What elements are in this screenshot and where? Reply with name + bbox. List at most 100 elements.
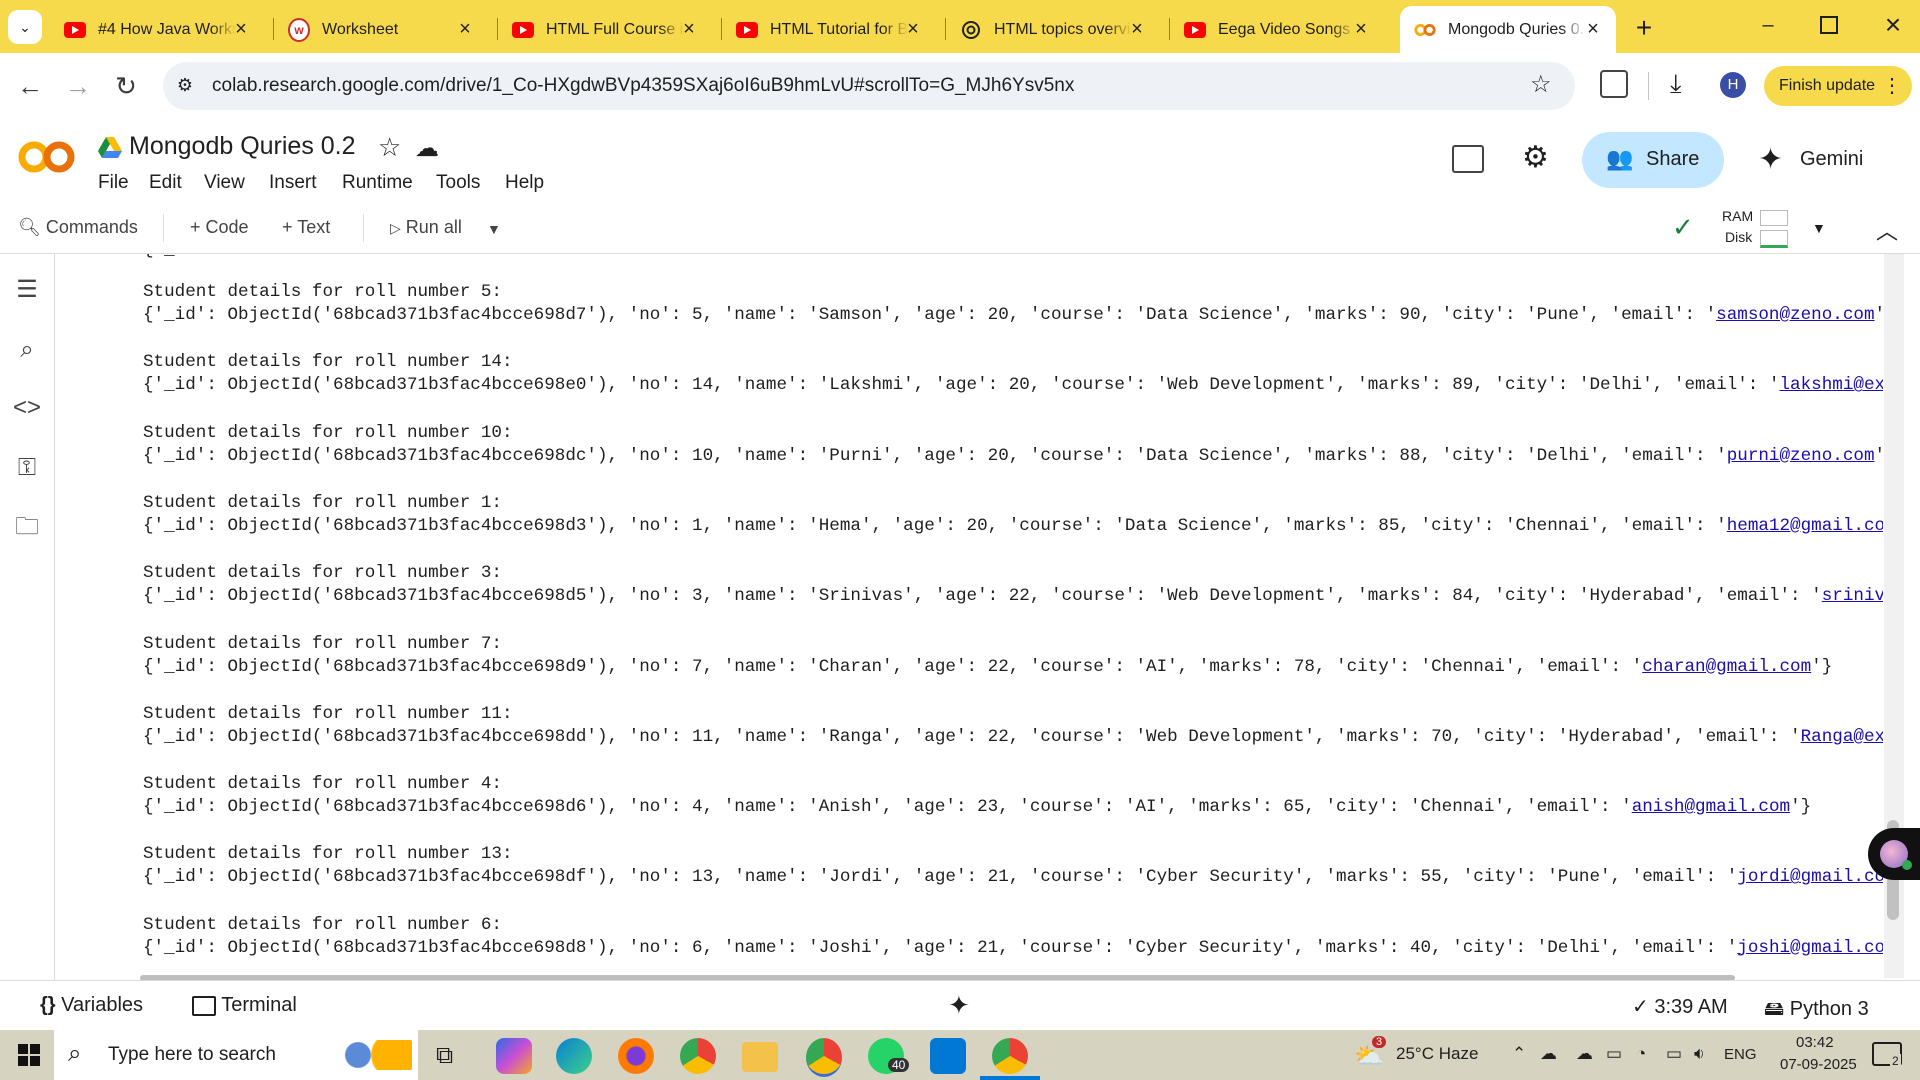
copilot-icon[interactable] <box>496 1038 532 1074</box>
clock-time[interactable]: 03:42 <box>1796 1034 1834 1051</box>
collapse-header-icon[interactable]: ︿ <box>1876 214 1898 246</box>
task-view-icon[interactable]: ⧉ <box>436 1042 453 1070</box>
minimize-icon[interactable]: – <box>1753 14 1783 38</box>
restore-icon[interactable] <box>1820 16 1838 34</box>
vscode-icon[interactable] <box>930 1038 966 1074</box>
new-tab-button[interactable]: + <box>1628 12 1660 44</box>
cloud-save-icon[interactable]: ☁ <box>415 134 439 163</box>
email-link[interactable]: joshi@gmail.com <box>1737 938 1883 958</box>
show-hidden-icons[interactable]: ⌃ <box>1512 1044 1526 1064</box>
execution-time: 3:39 AM <box>1654 996 1728 1018</box>
menu-runtime[interactable]: Runtime <box>342 172 413 194</box>
cloud-icon[interactable]: ☁ <box>1540 1044 1557 1064</box>
add-code-button[interactable]: + Code <box>190 217 249 238</box>
settings-gear-icon[interactable]: ⚙ <box>1522 140 1549 175</box>
close-tab-icon[interactable]: × <box>230 18 252 40</box>
language-indicator[interactable]: ENG <box>1724 1046 1757 1063</box>
file-explorer-icon[interactable] <box>742 1042 778 1072</box>
tab-6[interactable]: Eega Video Songs - × <box>1170 6 1384 53</box>
windows-start-icon[interactable] <box>18 1044 40 1071</box>
tab-1[interactable]: #4 How Java Works × <box>50 6 264 53</box>
share-button[interactable]: 👥 Share <box>1582 132 1724 188</box>
tab-5[interactable]: HTML topics overvie × <box>946 6 1160 53</box>
clock-date[interactable]: 07-09-2025 <box>1780 1056 1857 1073</box>
email-link[interactable]: charan@gmail.com <box>1642 657 1811 677</box>
close-window-icon[interactable]: × <box>1878 10 1908 40</box>
email-link[interactable]: hema12@gmail.com <box>1727 516 1883 536</box>
email-link[interactable]: jordi@gmail.com <box>1737 867 1883 887</box>
chrome-active-icon[interactable] <box>992 1038 1028 1074</box>
find-replace-icon[interactable]: ⌕ <box>12 335 42 365</box>
back-icon[interactable]: ← <box>10 66 50 106</box>
bookmark-star-icon[interactable]: ☆ <box>1530 70 1552 99</box>
execution-status[interactable]: ✓ 3:39 AM <box>1632 994 1728 1019</box>
profile-avatar[interactable]: H <box>1720 72 1746 98</box>
email-link[interactable]: Ranga@examp <box>1801 727 1883 747</box>
secrets-key-icon[interactable]: ⚿ <box>12 453 42 483</box>
menu-file[interactable]: File <box>98 172 129 194</box>
weather-text[interactable]: 25°C Haze <box>1396 1044 1478 1064</box>
add-text-button[interactable]: + Text <box>282 217 330 238</box>
tab-4[interactable]: HTML Tutorial for B × <box>722 6 936 53</box>
email-link[interactable]: srinivas@ <box>1822 586 1883 606</box>
firefox-icon[interactable] <box>618 1038 654 1074</box>
code-snippets-icon[interactable]: <> <box>12 393 42 423</box>
tab-list-button[interactable]: ⌄ <box>8 10 42 44</box>
output-record: Student details for roll number 7: {'_id'… <box>143 634 1883 681</box>
volume-icon[interactable]: 🔉︎ <box>1694 1044 1705 1064</box>
site-info-icon[interactable]: ⚙ <box>172 72 198 98</box>
files-folder-icon[interactable]: 🗀 <box>12 512 42 542</box>
gemini-avatar-icon[interactable] <box>1868 828 1920 880</box>
colab-logo[interactable] <box>18 138 76 176</box>
close-tab-icon[interactable]: × <box>1350 18 1372 40</box>
record-fields: {'_id': ObjectId('68bcad371b3fac4bcce698… <box>143 445 1727 466</box>
menu-edit[interactable]: Edit <box>149 172 182 194</box>
variables-button[interactable]: {} Variables <box>40 994 143 1017</box>
notebook-title[interactable]: Mongodb Quries 0.2 <box>129 132 356 161</box>
menu-tools[interactable]: Tools <box>436 172 480 194</box>
chrome-icon[interactable] <box>680 1038 716 1074</box>
terminal-button[interactable]: Terminal <box>192 994 297 1017</box>
edge-icon[interactable] <box>556 1038 592 1074</box>
star-icon[interactable]: ☆ <box>378 132 401 163</box>
menu-help[interactable]: Help <box>505 172 544 194</box>
wifi-icon[interactable]: ◔ <box>1636 1044 1646 1064</box>
email-link[interactable]: samson@zeno.com <box>1716 305 1874 325</box>
tab-3[interactable]: HTML Full Course in × <box>498 6 712 53</box>
run-all-dropdown-icon[interactable]: ▼ <box>487 221 501 237</box>
onedrive-icon[interactable]: ☁ <box>1576 1044 1593 1064</box>
finish-update-button[interactable]: Finish update ⋮ <box>1764 66 1912 106</box>
comments-icon[interactable] <box>1452 145 1484 173</box>
reload-icon[interactable]: ↻ <box>106 66 146 106</box>
resources-dropdown-icon[interactable]: ▼ <box>1812 220 1826 236</box>
runtime-indicator[interactable]: 🖴 Python 3 <box>1764 994 1869 1028</box>
disk-meter[interactable] <box>1760 230 1788 248</box>
extensions-icon[interactable] <box>1600 70 1628 98</box>
taskbar-search-box[interactable]: ⌕ Type here to search <box>54 1030 418 1080</box>
tab-7-active[interactable]: Mongodb Quries 0. × <box>1400 6 1616 53</box>
gemini-button[interactable]: Gemini <box>1800 148 1863 171</box>
table-of-contents-icon[interactable]: ☰ <box>12 275 42 305</box>
battery-icon[interactable]: ▭ <box>1666 1044 1682 1064</box>
ram-meter[interactable] <box>1760 210 1788 226</box>
close-tab-icon[interactable]: × <box>1582 18 1604 40</box>
chrome-profile-icon[interactable] <box>806 1038 842 1077</box>
menu-view[interactable]: View <box>204 172 245 194</box>
close-tab-icon[interactable]: × <box>902 18 924 40</box>
gemini-sparkle-icon[interactable]: ✦ <box>1758 142 1783 177</box>
gemini-status-icon[interactable]: ✦ <box>948 990 970 1021</box>
tab-2[interactable]: w Worksheet × <box>274 6 488 53</box>
close-tab-icon[interactable]: × <box>454 18 476 40</box>
url-text[interactable]: colab.research.google.com/drive/1_Co-HXg… <box>212 75 1074 97</box>
menu-insert[interactable]: Insert <box>269 172 317 194</box>
email-link[interactable]: lakshmi@examp <box>1780 375 1884 395</box>
downloads-icon[interactable]: ⤓ <box>1670 68 1682 100</box>
email-link[interactable]: purni@zeno.com <box>1727 446 1875 466</box>
display-icon[interactable]: ▭ <box>1606 1044 1622 1064</box>
email-link[interactable]: anish@gmail.com <box>1632 797 1790 817</box>
forward-icon[interactable]: → <box>58 66 98 106</box>
run-all-button[interactable]: ▷ Run all <box>390 217 462 238</box>
close-tab-icon[interactable]: × <box>1126 18 1148 40</box>
close-tab-icon[interactable]: × <box>678 18 700 40</box>
commands-button[interactable]: 🔍︎ Commands <box>18 217 138 238</box>
